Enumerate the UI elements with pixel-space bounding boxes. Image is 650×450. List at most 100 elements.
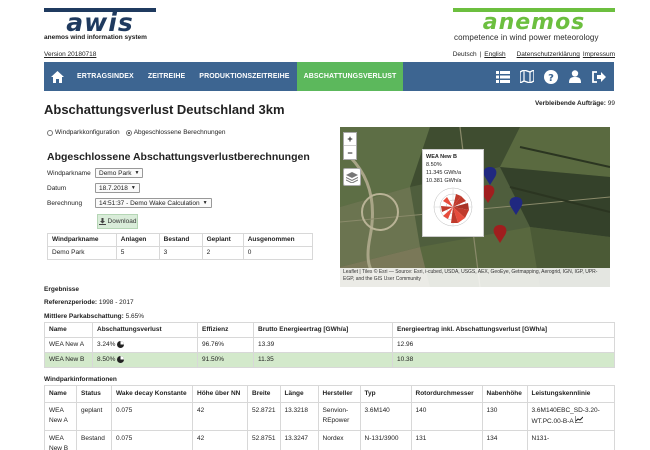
windpark-select[interactable]: Demo Park ▼: [95, 168, 144, 178]
table-header: Anlagen: [115, 233, 160, 247]
table-cell: 0: [242, 246, 314, 260]
logout-icon[interactable]: [592, 70, 606, 84]
table-cell: 0.075: [111, 430, 193, 450]
popup-title: WEA New B: [426, 154, 457, 160]
table-cell: Senvion-REpower: [317, 402, 361, 431]
table-cell: 131: [410, 430, 483, 450]
imprint-link[interactable]: Impressum: [583, 51, 615, 58]
power-curve-label: 3.6M140EBC_SD-3.20-WT.PC.00-B-A: [531, 407, 600, 425]
windpark-row: Windparkname Demo Park ▼: [47, 168, 144, 178]
table-cell: 0.075: [111, 402, 193, 431]
radio-button[interactable]: [125, 129, 132, 136]
download-label: Download: [107, 218, 137, 225]
table-header-row: Name Abschattungsverlust Effizienz Brutt…: [44, 322, 615, 338]
results-title: Ergebnisse: [44, 286, 80, 293]
table-row-selected[interactable]: WEA New B 8.50% 91.50% 11.35 10.38: [44, 352, 615, 368]
table-row: Demo Park 5 3 2 0: [47, 246, 314, 260]
page-title: Abschattungsverlust Deutschland 3km: [44, 102, 285, 117]
calc-select[interactable]: 14:51:37 - Demo Wake Calculation ▼: [95, 198, 212, 208]
map-popup: WEA New B 8.50% 11.345 GWh/a 10.381 GWh/…: [422, 149, 484, 237]
table-cell: 13.3218: [279, 402, 319, 431]
table-cell: 3.6M140EBC_SD-3.20-WT.PC.00-B-A: [526, 402, 615, 431]
popup-line: 10.381 GWh/a: [426, 178, 462, 184]
table-cell: 91.50%: [197, 352, 254, 368]
layers-icon[interactable]: [343, 168, 361, 186]
lang-en-link[interactable]: English: [484, 51, 505, 58]
chevron-down-icon: ▼: [202, 200, 208, 206]
remaining-orders: Verbleibende Aufträge: 99: [535, 100, 615, 107]
date-label: Datum: [47, 184, 67, 192]
download-button[interactable]: Download: [97, 214, 138, 229]
table-header: Rotordurchmesser: [410, 385, 483, 403]
home-icon[interactable]: [44, 62, 70, 91]
table-cell: 13.3247: [279, 430, 319, 450]
wake-loss-value: 8.50%: [97, 356, 116, 364]
popup-line: 8.50%: [426, 162, 442, 168]
section-title: Abgeschlossene Abschattungsverlustberech…: [47, 151, 310, 163]
table-header: Wake decay Konstante: [111, 385, 193, 403]
table-cell: WEA New B: [44, 352, 93, 368]
table-cell: geplant: [76, 402, 112, 431]
table-header: Breite: [247, 385, 281, 403]
table-cell: 3.24%: [92, 337, 198, 353]
radio-label: Windparkkonfiguration: [55, 129, 120, 136]
table-cell: 5: [115, 246, 160, 260]
popup-line: 11.345 GWh/a: [426, 170, 462, 176]
awis-tagline: anemos wind information system: [44, 34, 147, 41]
line-chart-icon[interactable]: [574, 416, 584, 424]
remaining-label: Verbleibende Aufträge:: [535, 100, 606, 107]
table-cell: N131-: [526, 430, 615, 450]
table-cell: WEA New A: [44, 337, 93, 353]
radio-abgeschlossene-berechnungen[interactable]: Abgeschlossene Berechnungen: [125, 129, 226, 136]
nav-produktionszeitreihe[interactable]: PRODUKTIONSZEITREIHE: [192, 62, 296, 91]
wake-loss-value: 3.24%: [97, 341, 116, 349]
radio-windparkkonfiguration[interactable]: Windparkkonfiguration: [47, 129, 120, 136]
table-cell: 130: [481, 402, 528, 431]
date-row: Datum 18.7.2018 ▼: [47, 183, 140, 193]
table-header-row: Name Status Wake decay Konstante Höhe üb…: [44, 385, 615, 403]
calc-row: Berechnung 14:51:37 - Demo Wake Calculat…: [47, 198, 212, 208]
nav-zeitreihe[interactable]: ZEITREIHE: [141, 62, 192, 91]
table-cell: 42: [192, 402, 248, 431]
date-select[interactable]: 18.7.2018 ▼: [95, 183, 140, 193]
lang-separator: |: [479, 51, 482, 58]
table-cell: 3: [158, 246, 203, 260]
map-attribution: Leaflet | Tiles © Esri — Source: Esri, i…: [340, 268, 610, 287]
windpark-info-title: Windparkinformationen: [44, 376, 117, 383]
table-cell: WEA New B: [44, 430, 77, 450]
radio-button[interactable]: [47, 129, 53, 136]
main-navbar: ERTRAGSINDEX ZEITREIHE PRODUKTIONSZEITRE…: [44, 62, 614, 91]
nav-ertragsindex[interactable]: ERTRAGSINDEX: [70, 62, 141, 91]
zoom-in-button[interactable]: +: [344, 133, 356, 147]
windpark-info-table: Name Status Wake decay Konstante Höhe üb…: [44, 385, 615, 450]
table-header: Höhe über NN: [192, 385, 248, 403]
date-select-value: 18.7.2018: [99, 184, 128, 192]
wind-rose-icon[interactable]: [117, 341, 125, 348]
list-icon[interactable]: [496, 70, 510, 84]
map-icon[interactable]: [520, 70, 534, 84]
wind-rose-icon[interactable]: [117, 356, 125, 363]
table-cell: 13.39: [253, 337, 393, 353]
park-table: Windparkname Anlagen Bestand Geplant Aus…: [47, 233, 314, 260]
table-header: Status: [76, 385, 112, 403]
table-header: Hersteller: [317, 385, 361, 403]
table-header: Effizienz: [197, 322, 254, 338]
table-cell: Nordex: [317, 430, 361, 450]
help-icon[interactable]: ?: [544, 69, 558, 84]
table-header: Typ: [359, 385, 412, 403]
lang-de-link[interactable]: Deutsch: [453, 51, 477, 58]
nav-abschattungsverlust[interactable]: ABSCHATTUNGSVERLUST: [296, 62, 404, 91]
table-cell: 10.38: [392, 352, 615, 368]
table-row[interactable]: WEA New A 3.24% 96.76% 13.39 12.96: [44, 337, 615, 353]
zoom-out-button[interactable]: −: [344, 146, 356, 159]
radio-label: Abgeschlossene Berechnungen: [133, 129, 226, 136]
version-link[interactable]: Version 20180718: [44, 51, 96, 58]
table-header: Ausgenommen: [242, 233, 314, 247]
anemos-logo: anemos: [453, 8, 615, 30]
avg-value: 5.65%: [125, 313, 145, 320]
user-icon[interactable]: [568, 70, 582, 84]
svg-text:awis: awis: [66, 8, 133, 32]
windpark-select-value: Demo Park: [99, 169, 132, 177]
privacy-link[interactable]: Datenschutzerklärung: [517, 51, 580, 58]
table-header: Geplant: [201, 233, 244, 247]
